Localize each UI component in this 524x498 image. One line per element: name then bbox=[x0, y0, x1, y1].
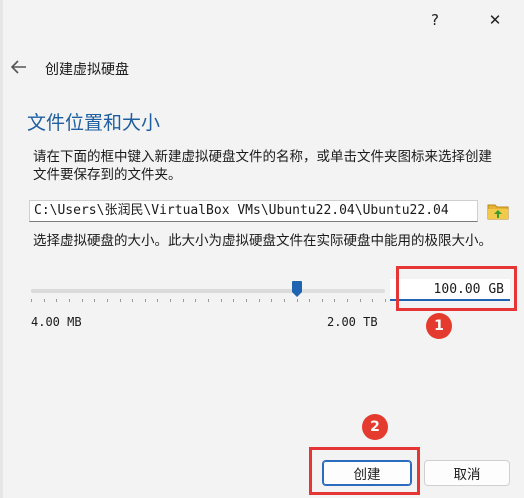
choose-folder-button[interactable] bbox=[486, 200, 510, 222]
slider-tick bbox=[183, 299, 184, 302]
slider-tick bbox=[94, 299, 95, 302]
slider-ticks bbox=[31, 299, 386, 305]
slider-tick bbox=[56, 299, 57, 302]
slider-tick bbox=[221, 299, 222, 302]
slider-tick bbox=[132, 299, 133, 302]
window-edge bbox=[0, 0, 3, 498]
create-button[interactable]: 创建 bbox=[322, 460, 412, 486]
slider-tick bbox=[69, 299, 70, 302]
annotation-badge-2: 2 bbox=[362, 414, 388, 440]
slider-tick bbox=[120, 299, 121, 302]
slider-tick bbox=[208, 299, 209, 302]
size-description: 选择虚拟硬盘的大小。此大小为虚拟硬盘文件在实际硬盘中能用的极限大小。 bbox=[33, 233, 492, 249]
folder-icon bbox=[487, 204, 509, 220]
annotation-box-1 bbox=[396, 266, 517, 311]
slider-tick bbox=[309, 299, 310, 302]
slider-tick bbox=[170, 299, 171, 302]
slider-tick bbox=[44, 299, 45, 302]
slider-tick bbox=[259, 299, 260, 302]
slider-tick bbox=[145, 299, 146, 302]
slider-tick bbox=[284, 299, 285, 302]
file-path-input[interactable]: C:\Users\张润民\VirtualBox VMs\Ubuntu22.04\… bbox=[29, 200, 478, 222]
slider-tick bbox=[157, 299, 158, 302]
slider-fill bbox=[31, 289, 297, 293]
cancel-button[interactable]: 取消 bbox=[424, 460, 510, 486]
slider-tick bbox=[322, 299, 323, 302]
dialog-window: ? ✕ 创建虚拟硬盘 文件位置和大小 请在下面的框中键入新建虚拟硬盘文件的名称，… bbox=[0, 0, 524, 498]
slider-tick bbox=[246, 299, 247, 302]
slider-tick bbox=[107, 299, 108, 302]
slider-max-label: 2.00 TB bbox=[327, 315, 378, 329]
slider-tick bbox=[360, 299, 361, 302]
slider-tick bbox=[347, 299, 348, 302]
slider-tick bbox=[334, 299, 335, 302]
slider-tick bbox=[385, 299, 386, 302]
back-button[interactable] bbox=[8, 56, 30, 78]
slider-tick bbox=[297, 299, 298, 302]
location-description: 请在下面的框中键入新建虚拟硬盘文件的名称，或单击文件夹图标来选择创建文件要保存到… bbox=[33, 149, 492, 183]
close-button[interactable]: ✕ bbox=[478, 8, 512, 32]
slider-tick bbox=[31, 299, 32, 302]
size-slider[interactable] bbox=[31, 289, 385, 293]
back-arrow-icon bbox=[11, 60, 26, 74]
annotation-badge-1: 1 bbox=[426, 313, 452, 339]
slider-tick bbox=[82, 299, 83, 302]
help-button[interactable]: ? bbox=[418, 8, 452, 32]
slider-tick bbox=[372, 299, 373, 302]
slider-tick bbox=[195, 299, 196, 302]
slider-min-label: 4.00 MB bbox=[31, 315, 82, 329]
wizard-title: 创建虚拟硬盘 bbox=[45, 62, 129, 78]
section-title: 文件位置和大小 bbox=[27, 112, 161, 134]
slider-tick bbox=[271, 299, 272, 302]
slider-tick bbox=[233, 299, 234, 302]
slider-thumb[interactable] bbox=[291, 280, 303, 298]
